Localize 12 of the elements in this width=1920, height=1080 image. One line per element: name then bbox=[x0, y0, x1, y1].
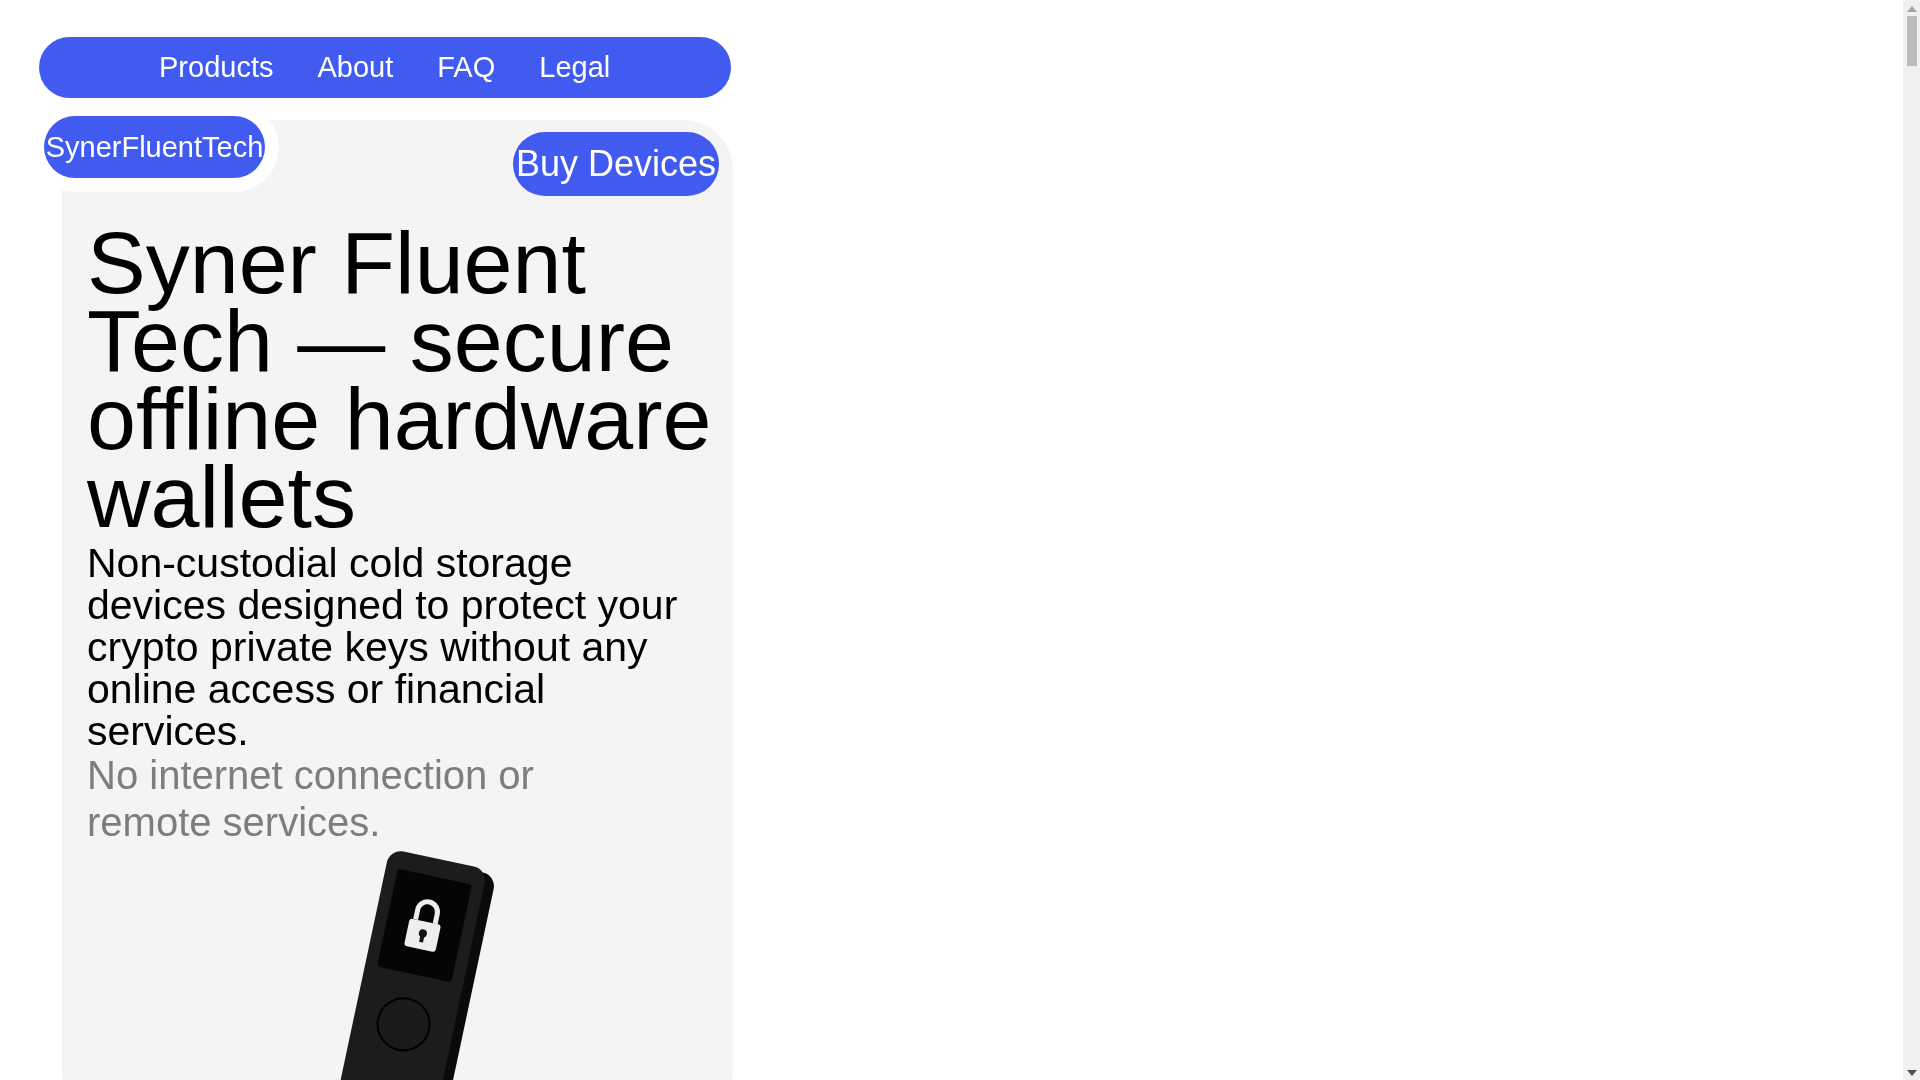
scrollbar[interactable] bbox=[1903, 0, 1920, 1080]
nav-link[interactable]: Products bbox=[159, 51, 274, 84]
scroll-up-icon[interactable] bbox=[1906, 6, 1917, 12]
nav-link[interactable]: About bbox=[317, 51, 394, 84]
scroll-thumb[interactable] bbox=[1906, 16, 1917, 66]
headline: Syner Fluent Tech — secure offline hardware wallets bbox=[87, 224, 713, 536]
nav-link[interactable]: Legal bbox=[539, 51, 611, 84]
buy-devices-button[interactable]: Buy Devices bbox=[512, 132, 719, 196]
scroll-down-icon[interactable] bbox=[1906, 1070, 1917, 1076]
description: Non-custodial cold storage devices designed to protect your crypto private keys without any online access or financial services. bbox=[87, 542, 679, 752]
note-text: No internet connection or remote services. bbox=[87, 752, 535, 846]
nav-link[interactable]: FAQ bbox=[437, 51, 496, 84]
